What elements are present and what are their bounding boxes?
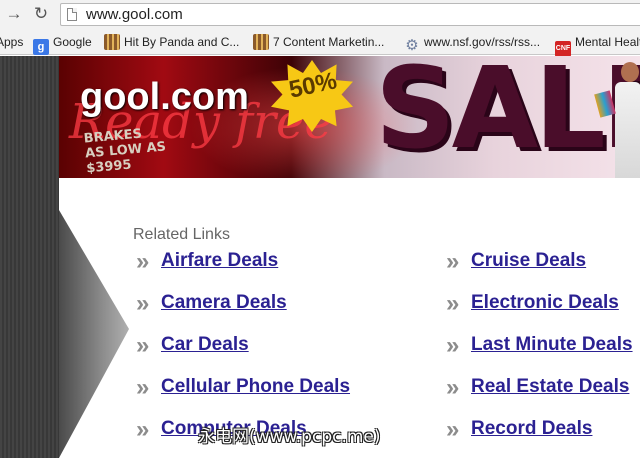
double-chevron-icon: » bbox=[136, 332, 150, 359]
link-real-estate-deals[interactable]: Real Estate Deals bbox=[471, 376, 629, 397]
reload-icon[interactable]: ↻ bbox=[31, 4, 51, 24]
site-logo-text[interactable]: gool.com bbox=[80, 76, 249, 119]
browser-toolbar: → ↻ www.gool.com bbox=[0, 0, 640, 30]
related-links-heading: Related Links bbox=[133, 226, 230, 243]
double-chevron-icon: » bbox=[446, 332, 460, 359]
address-bar[interactable]: www.gool.com bbox=[60, 3, 640, 26]
bookmark-label: Hit By Panda and C... bbox=[124, 35, 240, 49]
bookmark-label: Mental Health bbox=[575, 35, 640, 49]
link-cruise-deals[interactable]: Cruise Deals bbox=[471, 250, 586, 271]
gear-icon: ⚙ bbox=[405, 37, 419, 54]
list-item: » Cellular Phone Deals bbox=[136, 374, 350, 416]
link-cellular-phone-deals[interactable]: Cellular Phone Deals bbox=[161, 376, 350, 397]
link-airfare-deals[interactable]: Airfare Deals bbox=[161, 250, 278, 271]
list-item: » Cruise Deals bbox=[446, 248, 633, 290]
watermark-text: 永电网(www.pcpc.me) bbox=[198, 427, 381, 447]
bookmark-icon bbox=[104, 34, 120, 50]
url-text[interactable]: www.gool.com bbox=[86, 6, 183, 23]
link-camera-deals[interactable]: Camera Deals bbox=[161, 292, 287, 313]
bookmark-hit-by-panda[interactable]: Hit By Panda and C... bbox=[104, 34, 239, 51]
double-chevron-icon: » bbox=[136, 416, 150, 443]
bookmark-label: Apps bbox=[0, 35, 24, 49]
banner-promo-text: BRAKES AS LOW AS $3995 bbox=[83, 125, 168, 177]
side-texture-panel bbox=[0, 56, 59, 458]
list-item: » Last Minute Deals bbox=[446, 332, 633, 374]
list-item: » Electronic Deals bbox=[446, 290, 633, 332]
link-electronic-deals[interactable]: Electronic Deals bbox=[471, 292, 619, 313]
page-icon bbox=[67, 8, 77, 21]
link-car-deals[interactable]: Car Deals bbox=[161, 334, 249, 355]
bookmark-apps[interactable]: Apps bbox=[0, 34, 23, 51]
back-arrow-icon[interactable]: → bbox=[4, 4, 24, 24]
related-links-right: » Cruise Deals » Electronic Deals » Last Mi… bbox=[446, 248, 633, 458]
link-record-deals[interactable]: Record Deals bbox=[471, 418, 592, 439]
cnf-icon: CNF bbox=[555, 41, 571, 57]
list-item: » Car Deals bbox=[136, 332, 350, 374]
header-banner[interactable]: Ready free gool.com BRAKES AS LOW AS $39… bbox=[59, 56, 640, 178]
bookmark-label: 7 Content Marketin... bbox=[273, 35, 385, 49]
double-chevron-icon: » bbox=[446, 374, 460, 401]
shopper-image bbox=[594, 62, 640, 178]
bookmark-nsf[interactable]: ⚙ www.nsf.gov/rss/rss... bbox=[404, 34, 541, 54]
list-item: » Record Deals bbox=[446, 416, 633, 458]
list-item: » Camera Deals bbox=[136, 290, 350, 332]
bookmark-label: Google bbox=[53, 35, 92, 49]
list-item: » Airfare Deals bbox=[136, 248, 350, 290]
bookmark-content-marketing[interactable]: 7 Content Marketin... bbox=[253, 34, 384, 51]
bookmarks-bar: Apps g Google Hit By Panda and C... 7 Con… bbox=[0, 30, 640, 57]
double-chevron-icon: » bbox=[446, 248, 460, 275]
bookmark-icon bbox=[253, 34, 269, 50]
link-last-minute-deals[interactable]: Last Minute Deals bbox=[471, 334, 633, 355]
bookmark-mental-health[interactable]: CNF Mental Health bbox=[555, 34, 640, 57]
double-chevron-icon: » bbox=[136, 248, 150, 275]
list-item: » Real Estate Deals bbox=[446, 374, 633, 416]
double-chevron-icon: » bbox=[136, 374, 150, 401]
double-chevron-icon: » bbox=[446, 290, 460, 317]
double-chevron-icon: » bbox=[446, 416, 460, 443]
bookmark-label: www.nsf.gov/rss/rss... bbox=[424, 35, 541, 49]
google-icon: g bbox=[33, 39, 49, 55]
bookmark-google[interactable]: g Google bbox=[33, 34, 92, 55]
double-chevron-icon: » bbox=[136, 290, 150, 317]
